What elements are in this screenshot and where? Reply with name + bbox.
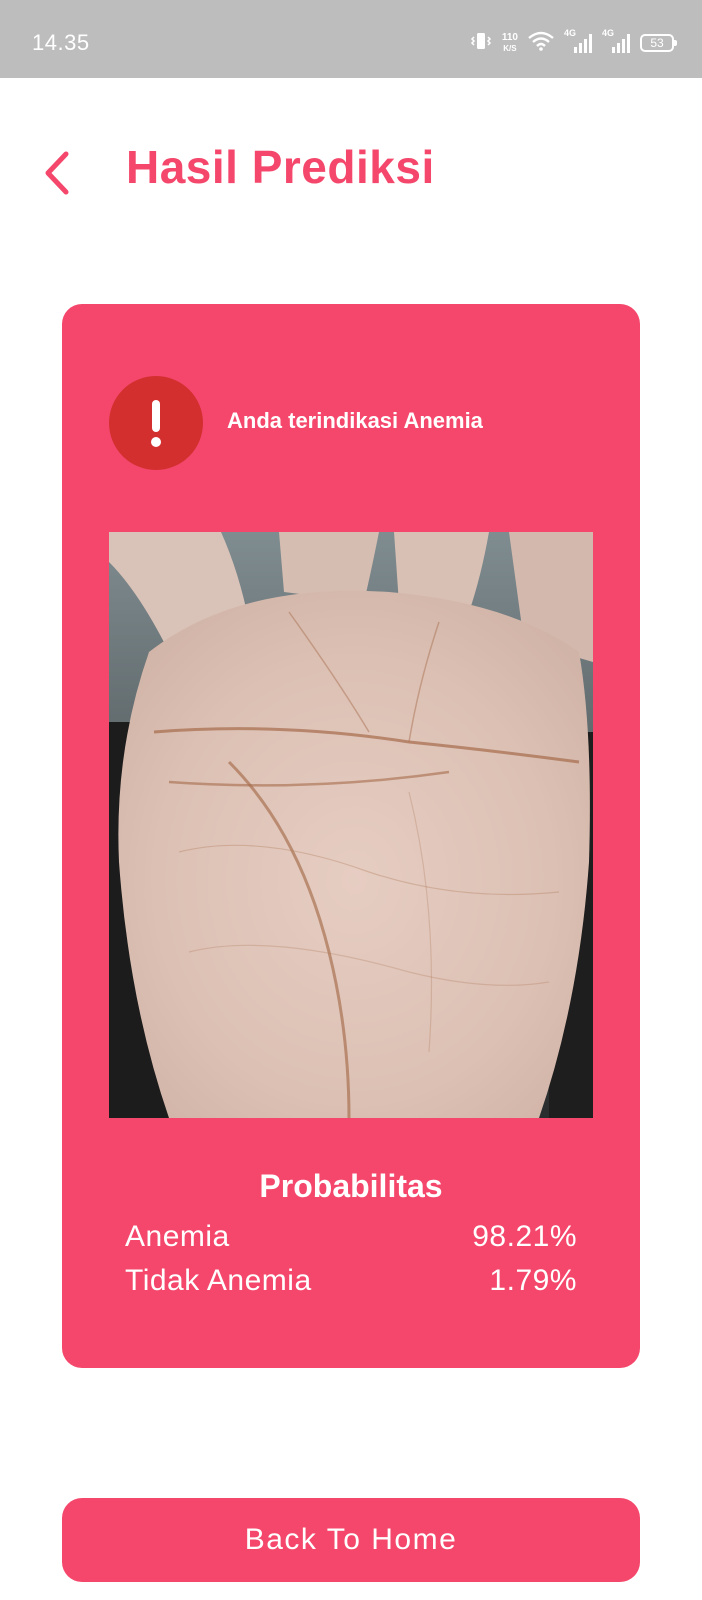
battery-level: 53 <box>650 36 664 50</box>
alert-badge <box>109 376 203 470</box>
back-to-home-button[interactable]: Back To Home <box>62 1498 640 1582</box>
status-time: 14.35 <box>32 30 90 55</box>
status-icons: 110 K/S 4G 4G 53 <box>470 28 677 57</box>
page-title: Hasil Prediksi <box>126 141 435 193</box>
signal-type-label-2: 4G <box>602 28 615 38</box>
battery-icon: 53 <box>640 34 677 52</box>
chevron-left-icon <box>45 151 69 195</box>
network-speed: 110 K/S <box>502 32 518 54</box>
result-card: Anda terindikasi Anemia Probabilitas Ane… <box>62 304 640 1368</box>
back-button[interactable] <box>34 146 80 200</box>
signal-type-label: 4G <box>564 28 577 38</box>
probability-title: Probabilitas <box>259 1168 443 1204</box>
probability-label: Anemia <box>125 1220 230 1253</box>
probability-label: Tidak Anemia <box>125 1264 312 1297</box>
probability-row: Tidak Anemia 1.79% <box>125 1264 577 1298</box>
palm-photo <box>109 532 593 1118</box>
result-message: Anda terindikasi Anemia <box>227 408 483 433</box>
probability-row: Anemia 98.21% <box>125 1220 577 1254</box>
network-speed-unit: K/S <box>503 44 517 53</box>
signal-icon-2: 4G <box>602 28 630 54</box>
wifi-icon <box>528 31 554 56</box>
exclamation-icon <box>151 400 161 447</box>
probability-value: 1.79% <box>489 1264 577 1297</box>
status-bar: 14.35 110 K/S 4G 4G 53 <box>0 0 702 78</box>
probability-value: 98.21% <box>472 1220 577 1253</box>
vibrate-icon <box>470 30 492 57</box>
signal-icon: 4G <box>564 28 592 54</box>
network-speed-value: 110 <box>501 32 518 43</box>
